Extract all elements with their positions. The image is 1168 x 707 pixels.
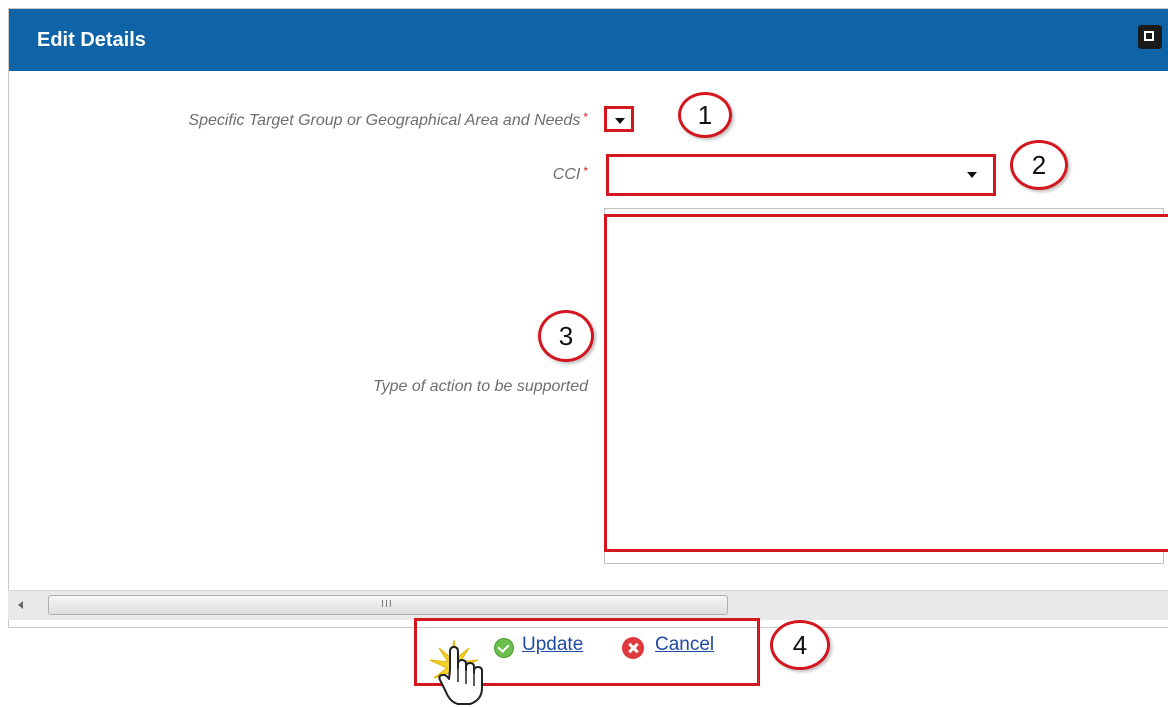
type-of-action-textarea[interactable] bbox=[604, 214, 1168, 552]
cci-dropdown[interactable] bbox=[606, 154, 996, 196]
required-asterisk: * bbox=[583, 164, 588, 178]
callout-4: 4 bbox=[770, 620, 830, 670]
chevron-down-icon bbox=[615, 118, 625, 124]
update-link[interactable]: Update bbox=[522, 634, 583, 656]
cci-label: CCI * bbox=[553, 164, 588, 184]
dialog-titlebar: Edit Details bbox=[9, 9, 1168, 71]
target-group-dropdown[interactable] bbox=[604, 106, 634, 132]
check-circle-icon[interactable] bbox=[494, 638, 514, 658]
scrollbar-thumb[interactable]: III bbox=[48, 595, 728, 615]
target-group-label: Specific Target Group or Geographical Ar… bbox=[188, 110, 588, 130]
required-asterisk: * bbox=[583, 110, 588, 124]
callout-2: 2 bbox=[1010, 140, 1068, 190]
target-group-label-text: Specific Target Group or Geographical Ar… bbox=[188, 112, 581, 129]
hand-pointer-icon bbox=[429, 639, 483, 705]
callout-3: 3 bbox=[538, 310, 594, 362]
scrollbar-grip: III bbox=[381, 599, 393, 610]
maximize-icon[interactable] bbox=[1138, 25, 1162, 49]
type-of-action-label: Type of action to be supported bbox=[373, 378, 588, 395]
horizontal-scrollbar[interactable]: III bbox=[8, 590, 1168, 620]
x-circle-icon[interactable] bbox=[622, 637, 644, 659]
scroll-left-arrow-icon[interactable] bbox=[18, 601, 23, 609]
cancel-link[interactable]: Cancel bbox=[655, 634, 714, 656]
dialog-title: Edit Details bbox=[37, 29, 146, 51]
callout-1: 1 bbox=[678, 92, 732, 138]
chevron-down-icon bbox=[967, 172, 977, 178]
cci-label-text: CCI bbox=[552, 166, 581, 183]
